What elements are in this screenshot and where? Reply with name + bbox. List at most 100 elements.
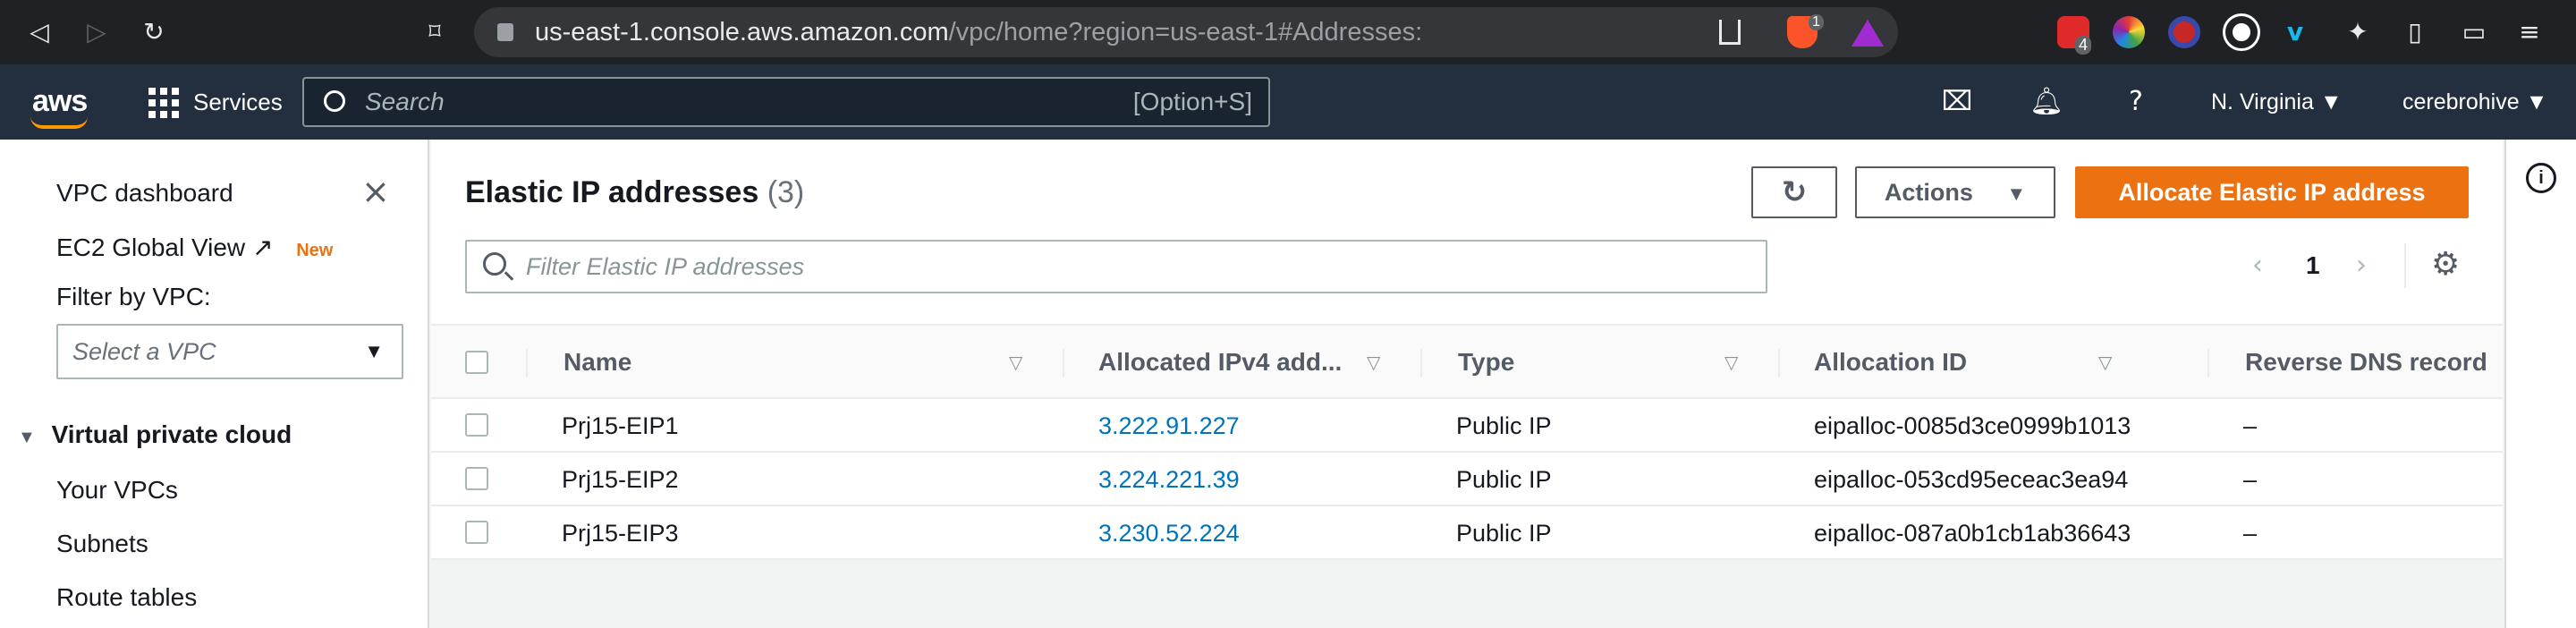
vimeo-icon[interactable]: v bbox=[2277, 14, 2313, 50]
console-search-input[interactable]: Search [Option+S] bbox=[302, 77, 1270, 127]
sidebar-item-your-vpcs[interactable]: Your VPCs bbox=[56, 476, 178, 505]
cell-allocation-id: eipalloc-087a0b1cb1ab36643 bbox=[1814, 520, 2131, 547]
filter-input[interactable]: Filter Elastic IP addresses bbox=[465, 240, 1767, 293]
section-title: Virtual private cloud bbox=[51, 420, 292, 448]
back-icon[interactable]: ◁ bbox=[21, 14, 57, 50]
row-checkbox[interactable] bbox=[465, 413, 488, 437]
sidebar-toggle-icon[interactable]: ▯ bbox=[2397, 14, 2433, 50]
cell-reverse-dns: – bbox=[2243, 520, 2258, 547]
help-icon[interactable]: ? bbox=[2118, 84, 2154, 120]
sidebar-section-vpc[interactable]: ▼ Virtual private cloud bbox=[18, 420, 292, 449]
filter-placeholder: Filter Elastic IP addresses bbox=[526, 253, 805, 280]
row-checkbox[interactable] bbox=[465, 467, 488, 490]
refresh-icon: ↻ bbox=[1781, 174, 1808, 210]
actions-button[interactable]: Actions ▼ bbox=[1855, 166, 2055, 218]
target-icon[interactable] bbox=[2168, 16, 2200, 48]
search-placeholder: Search bbox=[365, 88, 445, 115]
brave-rewards-icon[interactable] bbox=[1852, 20, 1884, 47]
vpc-select-placeholder: Select a VPC bbox=[72, 338, 216, 365]
close-icon[interactable]: × bbox=[361, 172, 390, 211]
table-row[interactable]: Prj15-EIP2 3.224.221.39 Public IP eipall… bbox=[431, 453, 2503, 506]
table-row[interactable]: Prj15-EIP3 3.230.52.224 Public IP eipall… bbox=[431, 506, 2503, 560]
page-number[interactable]: 1 bbox=[2306, 243, 2320, 288]
forward-icon[interactable]: ▷ bbox=[79, 14, 114, 50]
sidebar-item-route-tables[interactable]: Route tables bbox=[56, 583, 197, 612]
refresh-button[interactable]: ↻ bbox=[1751, 166, 1837, 218]
cell-name: Prj15-EIP3 bbox=[562, 520, 679, 547]
next-page-icon[interactable]: › bbox=[2356, 243, 2367, 288]
cell-type: Public IP bbox=[1456, 520, 1552, 547]
help-panel-rail: i bbox=[2504, 140, 2576, 628]
sidebar-item-vpc-dashboard[interactable]: VPC dashboard bbox=[56, 179, 233, 208]
aws-logo-smile bbox=[30, 116, 88, 129]
extension-count-badge: 4 bbox=[2075, 36, 2092, 55]
new-badge: New bbox=[296, 241, 334, 260]
actions-label: Actions bbox=[1884, 179, 1973, 206]
cell-ip-link[interactable]: 3.224.221.39 bbox=[1098, 453, 1240, 506]
main-content: Elastic IP addresses (3) ↻ Actions ▼ All… bbox=[431, 140, 2503, 628]
url-host: us-east-1.console.aws.amazon.com bbox=[535, 18, 949, 47]
circle-extension-icon[interactable] bbox=[2223, 13, 2260, 51]
bookmark-icon[interactable]: ⌑ bbox=[417, 14, 453, 50]
search-shortcut: [Option+S] bbox=[1132, 88, 1252, 115]
table-header: Name ▽ Allocated IPv4 add... ▽ Type ▽ Al… bbox=[431, 324, 2503, 399]
cell-ip-link[interactable]: 3.222.91.227 bbox=[1098, 399, 1240, 453]
column-header-type[interactable]: Type bbox=[1458, 326, 1514, 399]
page-title-text: Elastic IP addresses bbox=[465, 175, 759, 209]
sort-icon[interactable]: ▽ bbox=[1009, 326, 1022, 399]
column-header-name[interactable]: Name bbox=[564, 326, 631, 399]
caret-down-icon: ▼ bbox=[2006, 182, 2027, 205]
lock-icon bbox=[497, 23, 513, 41]
notifications-bell-icon[interactable]: 🔔︎ bbox=[2029, 84, 2064, 120]
vpc-filter-select[interactable]: Select a VPC ▼ bbox=[56, 324, 403, 379]
cell-reverse-dns: – bbox=[2243, 466, 2258, 493]
sidebar-item-subnets[interactable]: Subnets bbox=[56, 530, 148, 558]
gear-icon[interactable]: ⚙ bbox=[2431, 247, 2460, 283]
aws-logo[interactable]: aws bbox=[32, 84, 88, 119]
puzzle-extensions-icon[interactable]: ✦ bbox=[2340, 14, 2376, 50]
services-grid-icon[interactable] bbox=[148, 88, 179, 118]
region-selector[interactable]: N. Virginia ▼ bbox=[2211, 64, 2343, 140]
services-menu[interactable]: Services bbox=[193, 64, 283, 140]
allocate-elastic-ip-button[interactable]: Allocate Elastic IP address bbox=[2075, 166, 2469, 218]
cell-type: Public IP bbox=[1456, 412, 1552, 439]
url-text: us-east-1.console.aws.amazon.com/vpc/hom… bbox=[535, 7, 1422, 57]
cell-reverse-dns: – bbox=[2243, 412, 2258, 439]
table-row[interactable]: Prj15-EIP1 3.222.91.227 Public IP eipall… bbox=[431, 399, 2503, 453]
external-link-icon: ↗ bbox=[251, 233, 274, 262]
column-header-allocation-id[interactable]: Allocation ID bbox=[1814, 326, 1967, 399]
sidebar-item-label: EC2 Global View bbox=[56, 233, 246, 261]
caret-down-icon: ▼ bbox=[18, 428, 36, 447]
account-menu[interactable]: cerebrohive ▼ bbox=[2402, 64, 2547, 140]
sort-icon[interactable]: ▽ bbox=[1724, 326, 1738, 399]
browser-toolbar: ◁ ▷ ↻ ⌑ us-east-1.console.aws.amazon.com… bbox=[0, 0, 2576, 64]
cloudshell-icon[interactable]: ⌧ bbox=[1939, 84, 1975, 120]
info-icon[interactable]: i bbox=[2526, 163, 2556, 193]
column-header-reverse-dns[interactable]: Reverse DNS record bbox=[2245, 326, 2487, 399]
reload-icon[interactable]: ↻ bbox=[136, 14, 172, 50]
item-count: (3) bbox=[767, 175, 805, 209]
share-icon[interactable] bbox=[1719, 20, 1741, 45]
vpc-sidebar: VPC dashboard × EC2 Global View ↗ New Fi… bbox=[0, 140, 429, 628]
address-bar[interactable]: us-east-1.console.aws.amazon.com/vpc/hom… bbox=[474, 7, 1898, 57]
select-all-checkbox[interactable] bbox=[465, 351, 488, 374]
menu-icon[interactable]: ≡ bbox=[2512, 14, 2547, 50]
search-icon bbox=[483, 252, 506, 276]
sort-icon[interactable]: ▽ bbox=[1367, 326, 1380, 399]
page-title: Elastic IP addresses (3) bbox=[465, 175, 804, 210]
sort-icon[interactable]: ▽ bbox=[2098, 326, 2112, 399]
column-header-ipv4[interactable]: Allocated IPv4 add... bbox=[1098, 326, 1342, 399]
cell-name: Prj15-EIP2 bbox=[562, 466, 679, 493]
search-icon bbox=[324, 90, 345, 112]
pagination-divider bbox=[2404, 243, 2406, 288]
cell-type: Public IP bbox=[1456, 466, 1552, 493]
cell-ip-link[interactable]: 3.230.52.224 bbox=[1098, 506, 1240, 560]
cell-allocation-id: eipalloc-053cd95eceac3ea94 bbox=[1814, 466, 2129, 493]
wallet-icon[interactable]: ▭ bbox=[2456, 14, 2492, 50]
row-checkbox[interactable] bbox=[465, 521, 488, 544]
aws-console-header: aws Services Search [Option+S] ⌧ 🔔︎ ? N.… bbox=[0, 64, 2576, 140]
filter-by-vpc-label: Filter by VPC: bbox=[56, 283, 211, 310]
previous-page-icon[interactable]: ‹ bbox=[2252, 243, 2263, 288]
sidebar-item-ec2-global-view[interactable]: EC2 Global View ↗ New bbox=[56, 233, 333, 262]
color-wheel-icon[interactable] bbox=[2113, 16, 2145, 48]
